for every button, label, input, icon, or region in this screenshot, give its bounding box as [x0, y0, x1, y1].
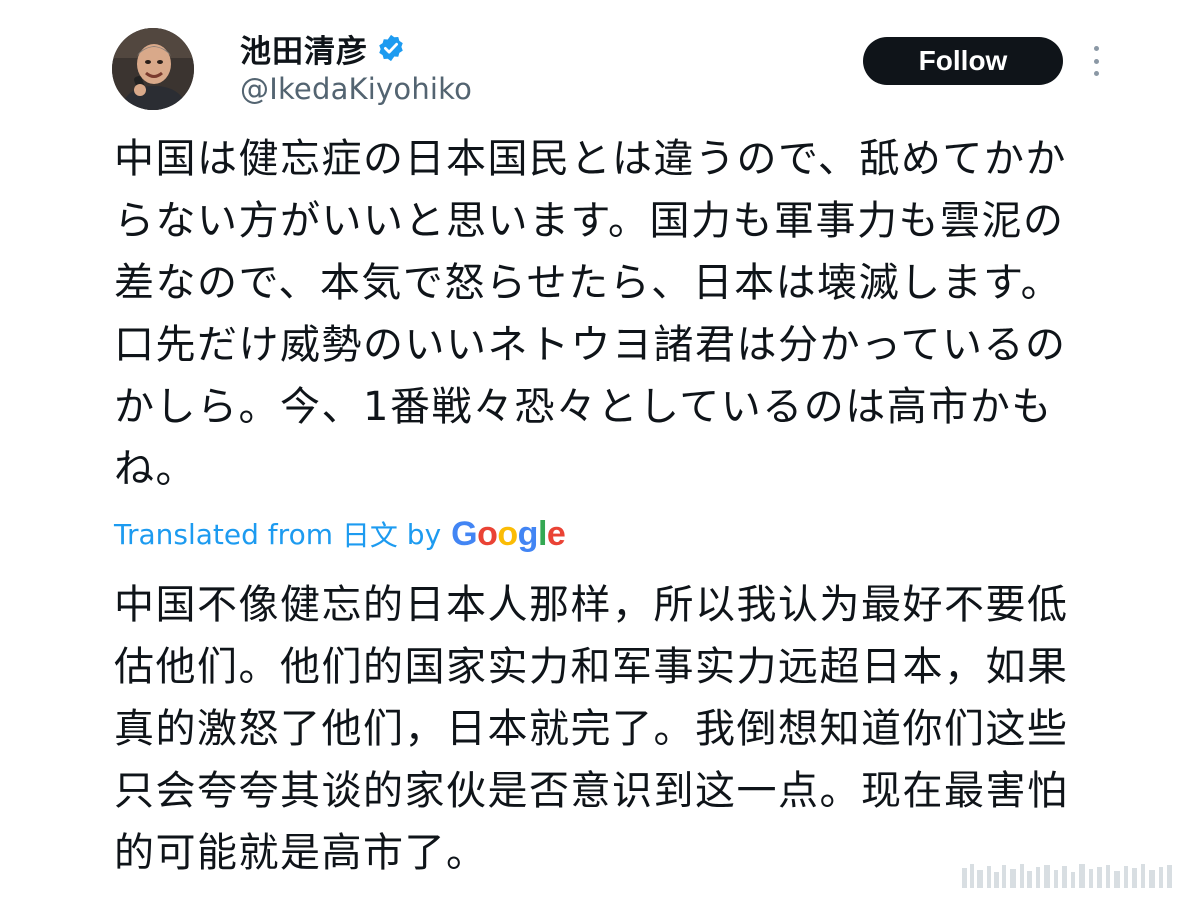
translated-text: 中国不像健忘的日本人那样，所以我认为最好不要低估他们。他们的国家实力和军事实力远… [114, 582, 1069, 876]
display-name[interactable]: 池田清彦 [240, 26, 368, 71]
follow-button[interactable]: Follow [863, 37, 1063, 85]
translated-by: by [406, 517, 442, 551]
translated-prefix: Translated from [114, 517, 333, 551]
watermark-icon [962, 864, 1172, 888]
dot [1093, 71, 1099, 76]
person-photo-icon [112, 28, 194, 110]
dot [1093, 58, 1099, 64]
translated-language: 日文 [341, 519, 398, 552]
avatar[interactable] [112, 28, 194, 110]
handle[interactable]: @IkedaKiyohiko [240, 72, 472, 106]
vertical-dots-icon[interactable] [1086, 46, 1106, 76]
tweet-text: 中国は健忘症の日本国民とは違うので、舐めてかからない方がいいと思います。国力も軍… [114, 136, 1067, 492]
display-name-row: 池田清彦 [240, 26, 472, 70]
verified-badge-icon [376, 33, 406, 63]
translated-by-link[interactable]: Translated from 日文 by Google [114, 512, 566, 556]
dot [1093, 46, 1099, 51]
tweet-header: 池田清彦 @IkedaKiyohiko Follow [112, 26, 1100, 112]
google-logo: Google [451, 514, 566, 553]
author-names: 池田清彦 @IkedaKiyohiko [240, 26, 472, 107]
